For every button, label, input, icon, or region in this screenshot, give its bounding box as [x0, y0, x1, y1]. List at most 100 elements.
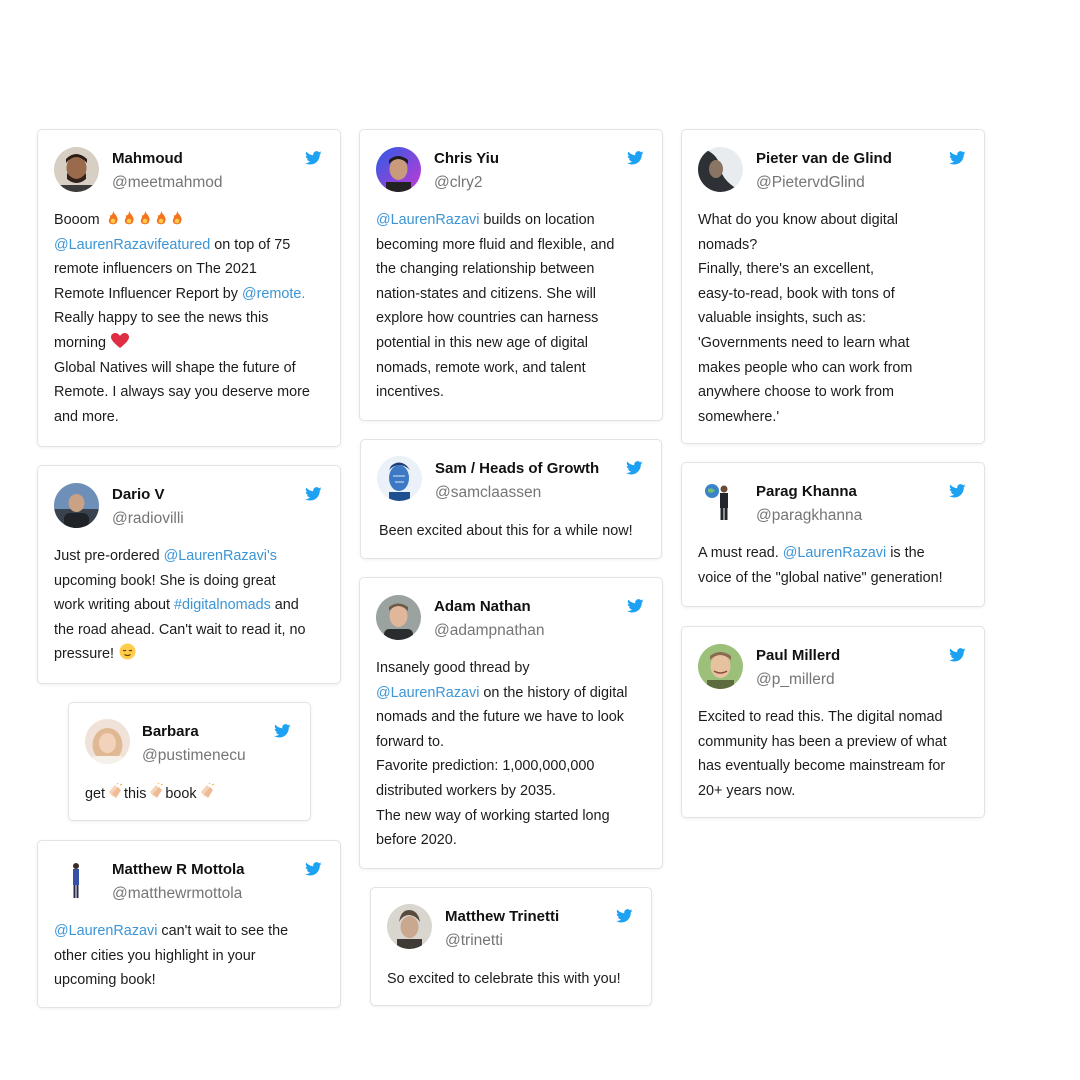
tweet-author-name: Dario V — [112, 486, 165, 503]
text-fragment: distributed workers by 2035. — [376, 782, 556, 799]
text-fragment: Favorite prediction: 1,000,000,000 — [376, 758, 595, 775]
twitter-bird-icon[interactable] — [949, 648, 966, 662]
text-fragment: The new way of working started long — [376, 807, 610, 824]
twitter-bird-icon[interactable] — [305, 151, 322, 165]
tweet-author-handle[interactable]: @PietervdGlind — [756, 174, 865, 192]
tweet-line: community has been a preview of what — [698, 730, 947, 755]
twitter-bird-icon[interactable] — [627, 151, 644, 165]
text-fragment: potential in this new age of digital — [376, 334, 589, 351]
mention-link[interactable]: @LaurenRazavifeatured — [54, 237, 210, 253]
twitter-bird-icon[interactable] — [305, 487, 322, 501]
tweet-line: @LaurenRazavi on the history of digital — [376, 681, 627, 706]
tweet-author-handle[interactable]: @radiovilli — [112, 510, 184, 528]
tweet-line: incentives. — [376, 380, 614, 405]
tweet-line: The new way of working started long — [376, 804, 627, 829]
mention-link[interactable]: @LaurenRazavi — [376, 212, 479, 228]
twitter-bird-icon[interactable] — [626, 461, 643, 475]
text-fragment: before 2020. — [376, 832, 457, 849]
tweet-author-name: Matthew Trinetti — [445, 908, 560, 925]
tweet-line: Booom — [54, 208, 310, 233]
tweet-card-matthew-r-mottola[interactable]: Matthew R Mottola @matthewrmottola @Laur… — [37, 840, 341, 1008]
tweet-line: @LaurenRazavifeatured on top of 75 — [54, 233, 310, 258]
text-fragment: is the — [886, 545, 925, 561]
avatar[interactable] — [698, 479, 743, 524]
tweet-line: Really happy to see the news this — [54, 306, 310, 331]
hashtag-link[interactable]: #digitalnomads — [174, 597, 271, 613]
tweet-line: anywhere choose to work from — [698, 380, 912, 405]
tweet-author-handle[interactable]: @pustimenecu — [142, 747, 246, 765]
avatar[interactable] — [387, 904, 432, 949]
tweet-line: Finally, there's an excellent, — [698, 257, 912, 282]
tweet-card-parag-khanna[interactable]: Parag Khanna @paragkhanna A must read. @… — [681, 462, 985, 607]
tweet-line: Remote Influencer Report by @remote. — [54, 282, 310, 307]
tweet-line: and more. — [54, 405, 310, 430]
tweet-line: the road ahead. Can't wait to read it, n… — [54, 618, 306, 643]
tweet-line: 'Governments need to learn what — [698, 331, 912, 356]
tweet-line: voice of the "global native" generation! — [698, 566, 943, 591]
avatar[interactable] — [698, 147, 743, 192]
text-fragment: What do you know about digital — [698, 212, 898, 228]
twitter-bird-icon[interactable] — [305, 862, 322, 876]
mention-link[interactable]: @remote. — [242, 286, 305, 302]
tweet-line: becoming more fluid and flexible, and — [376, 233, 614, 258]
tweet-card-adam-nathan[interactable]: Adam Nathan @adampnathan Insanely good t… — [359, 577, 663, 869]
text-fragment: Been excited about this for a while now! — [379, 523, 633, 539]
tweet-author-handle[interactable]: @matthewrmottola — [112, 885, 242, 903]
tweet-line: nomads, remote work, and talent — [376, 356, 614, 381]
tweet-author-name: Chris Yiu — [434, 150, 500, 167]
tweet-line: valuable insights, such as: — [698, 306, 912, 331]
tweet-card-matthew-trinetti[interactable]: Matthew Trinetti @trinetti So excited to… — [370, 887, 652, 1006]
text-fragment: book — [165, 786, 197, 802]
tweet-author-handle[interactable]: @adampnathan — [434, 622, 545, 640]
tweet-author-handle[interactable]: @p_millerd — [756, 671, 835, 689]
tweet-line: work writing about #digitalnomads and — [54, 593, 306, 618]
twitter-bird-icon[interactable] — [274, 724, 291, 738]
tweet-author-handle[interactable]: @paragkhanna — [756, 507, 862, 525]
tweet-line: 20+ years now. — [698, 779, 947, 804]
tweet-card-mahmoud[interactable]: Mahmoud @meetmahmod Booom @LaurenRazavif… — [37, 129, 341, 447]
avatar[interactable] — [54, 857, 99, 902]
tweet-author-handle[interactable]: @clry2 — [434, 174, 482, 192]
text-fragment: Just pre-ordered — [54, 548, 164, 564]
tweet-author-handle[interactable]: @meetmahmod — [112, 174, 223, 192]
avatar[interactable] — [376, 595, 421, 640]
avatar[interactable] — [698, 644, 743, 689]
avatar[interactable] — [377, 456, 422, 501]
tweet-author-handle[interactable]: @trinetti — [445, 932, 503, 950]
tweet-line: Been excited about this for a while now! — [379, 519, 633, 544]
tweet-line: Global Natives will shape the future of — [54, 356, 310, 381]
twitter-bird-icon[interactable] — [949, 151, 966, 165]
mention-link[interactable]: @LaurenRazavi — [54, 923, 157, 939]
tweet-card-pieter-van-de-glind[interactable]: Pieter van de Glind @PietervdGlind What … — [681, 129, 985, 444]
twitter-bird-icon[interactable] — [949, 484, 966, 498]
avatar[interactable] — [85, 719, 130, 764]
mention-link[interactable]: @LaurenRazavi — [783, 545, 886, 561]
avatar[interactable] — [54, 147, 99, 192]
tweet-card-barbara[interactable]: Barbara @pustimenecu get this book — [68, 702, 311, 821]
avatar[interactable] — [376, 147, 421, 192]
tweet-line: has eventually become mainstream for — [698, 754, 947, 779]
twitter-bird-icon[interactable] — [627, 599, 644, 613]
tweet-author-name: Mahmoud — [112, 150, 183, 167]
tweet-card-sam-heads-of-growth[interactable]: Sam / Heads of Growth @samclaassen Been … — [360, 439, 662, 559]
tweet-line: explore how countries can harness — [376, 306, 614, 331]
tweet-line: upcoming book! — [54, 968, 288, 993]
tweet-line: other cities you highlight in your — [54, 944, 288, 969]
tweet-card-dario-v[interactable]: Dario V @radiovilli Just pre-ordered @La… — [37, 465, 341, 684]
text-fragment: Remote Influencer Report by — [54, 285, 242, 302]
text-fragment: the road ahead. Can't wait to read it, n… — [54, 621, 306, 638]
tweet-text: Just pre-ordered @LaurenRazavi's upcomin… — [54, 544, 306, 667]
text-fragment: somewhere.' — [698, 408, 780, 425]
tweet-card-chris-yiu[interactable]: Chris Yiu @clry2 @LaurenRazavi builds on… — [359, 129, 663, 421]
twitter-bird-icon[interactable] — [616, 909, 633, 923]
tweet-line: Excited to read this. The digital nomad — [698, 705, 947, 730]
mention-link[interactable]: @LaurenRazavi's — [164, 548, 277, 564]
relieved-face-emoji-icon — [119, 643, 136, 660]
avatar[interactable] — [54, 483, 99, 528]
tweet-card-paul-millerd[interactable]: Paul Millerd @p_millerd Excited to read … — [681, 626, 985, 818]
tweet-text: Insanely good thread by @LaurenRazavi on… — [376, 656, 627, 853]
tweet-author-handle[interactable]: @samclaassen — [435, 484, 541, 502]
tweet-author-name: Matthew R Mottola — [112, 861, 245, 878]
mention-link[interactable]: @LaurenRazavi — [376, 685, 479, 701]
text-fragment: nomads? — [698, 236, 758, 253]
